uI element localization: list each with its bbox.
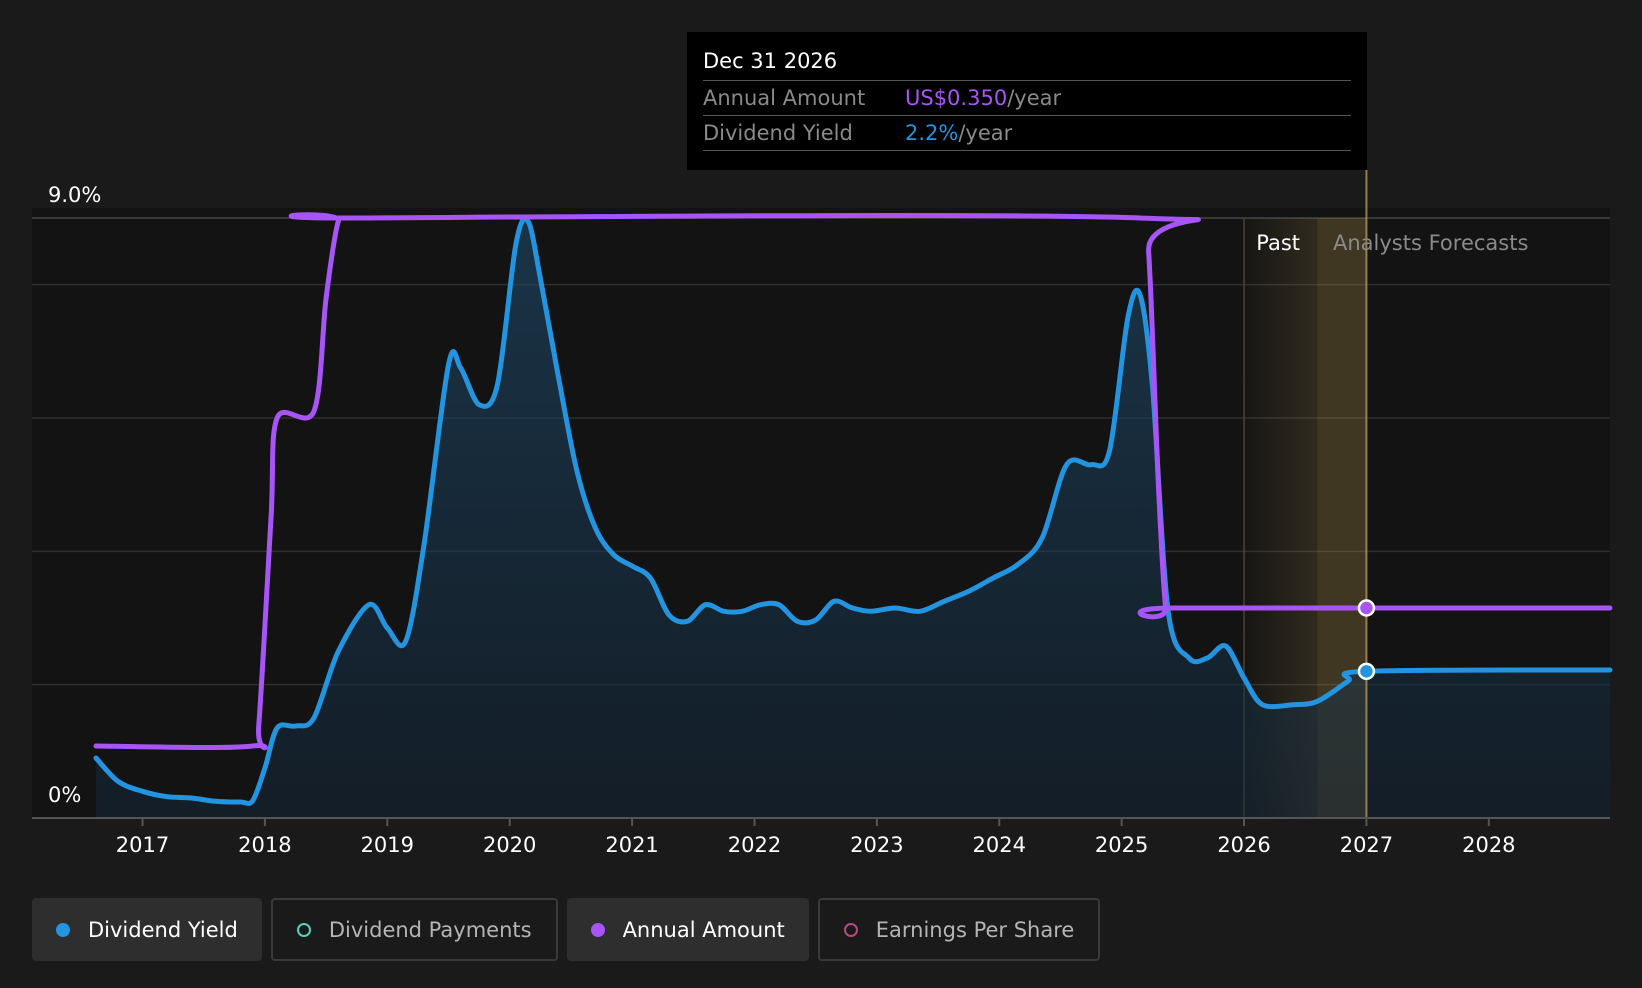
tooltip-annual-value: US$0.350 — [905, 86, 1008, 110]
x-tick-label: 2019 — [361, 833, 414, 857]
legend-label: Annual Amount — [622, 917, 785, 942]
legend-label: Dividend Payments — [328, 917, 532, 942]
x-tick-label: 2022 — [728, 833, 781, 857]
annual-amount-dot-icon — [590, 922, 605, 937]
legend-label: Earnings Per Share — [875, 917, 1075, 942]
x-tick-label: 2018 — [238, 833, 291, 857]
hover-marker — [1357, 662, 1376, 681]
dividend-payments-dot-icon — [296, 922, 311, 937]
tooltip-yield-row: Dividend Yield 2.2%/year — [703, 116, 1351, 151]
legend-dividend-payments-button[interactable]: Dividend Payments — [270, 898, 558, 961]
x-tick-label: 2023 — [850, 833, 903, 857]
dividend-yield-dot-icon — [56, 922, 70, 937]
x-tick-label: 2024 — [973, 833, 1026, 857]
tooltip-annual-unit: /year — [1007, 86, 1062, 110]
x-tick-label: 2028 — [1462, 833, 1515, 857]
tooltip-yield-unit: /year — [958, 121, 1013, 145]
y-tick-label: 9.0% — [48, 183, 101, 207]
past-region-label: Past — [1256, 231, 1300, 255]
y-tick-label: 0% — [48, 783, 81, 807]
hover-marker — [1357, 599, 1376, 617]
hover-tooltip: Dec 31 2026 Annual Amount US$0.350/year D… — [687, 32, 1367, 170]
tooltip-annual-row: Annual Amount US$0.350/year — [703, 81, 1351, 116]
tooltip-date: Dec 31 2026 — [703, 46, 1351, 81]
x-tick-label: 2025 — [1095, 833, 1148, 857]
analysts-forecasts-label: Analysts Forecasts — [1333, 231, 1528, 255]
x-tick-label: 2027 — [1340, 833, 1393, 857]
x-tick-label: 2026 — [1217, 833, 1270, 857]
tooltip-yield-label: Dividend Yield — [703, 121, 853, 145]
tooltip-annual-label: Annual Amount — [703, 86, 866, 110]
legend-label: Dividend Yield — [88, 917, 238, 942]
x-axis-ticks: 2017 2018 2019 2020 2021 2022 2023 2024 2025 2026… — [116, 818, 1516, 857]
legend-annual-amount-button[interactable]: Annual Amount — [566, 898, 809, 961]
legend-dividend-yield-button[interactable]: Dividend Yield — [32, 898, 262, 961]
x-tick-label: 2021 — [605, 833, 658, 857]
earnings-per-share-dot-icon — [843, 922, 858, 937]
chart-legend: Dividend Yield Dividend Payments Annual … — [32, 898, 1109, 961]
legend-earnings-per-share-button[interactable]: Earnings Per Share — [817, 898, 1101, 961]
x-tick-label: 2020 — [483, 833, 536, 857]
tooltip-yield-value: 2.2% — [905, 121, 959, 145]
x-tick-label: 2017 — [116, 833, 169, 857]
